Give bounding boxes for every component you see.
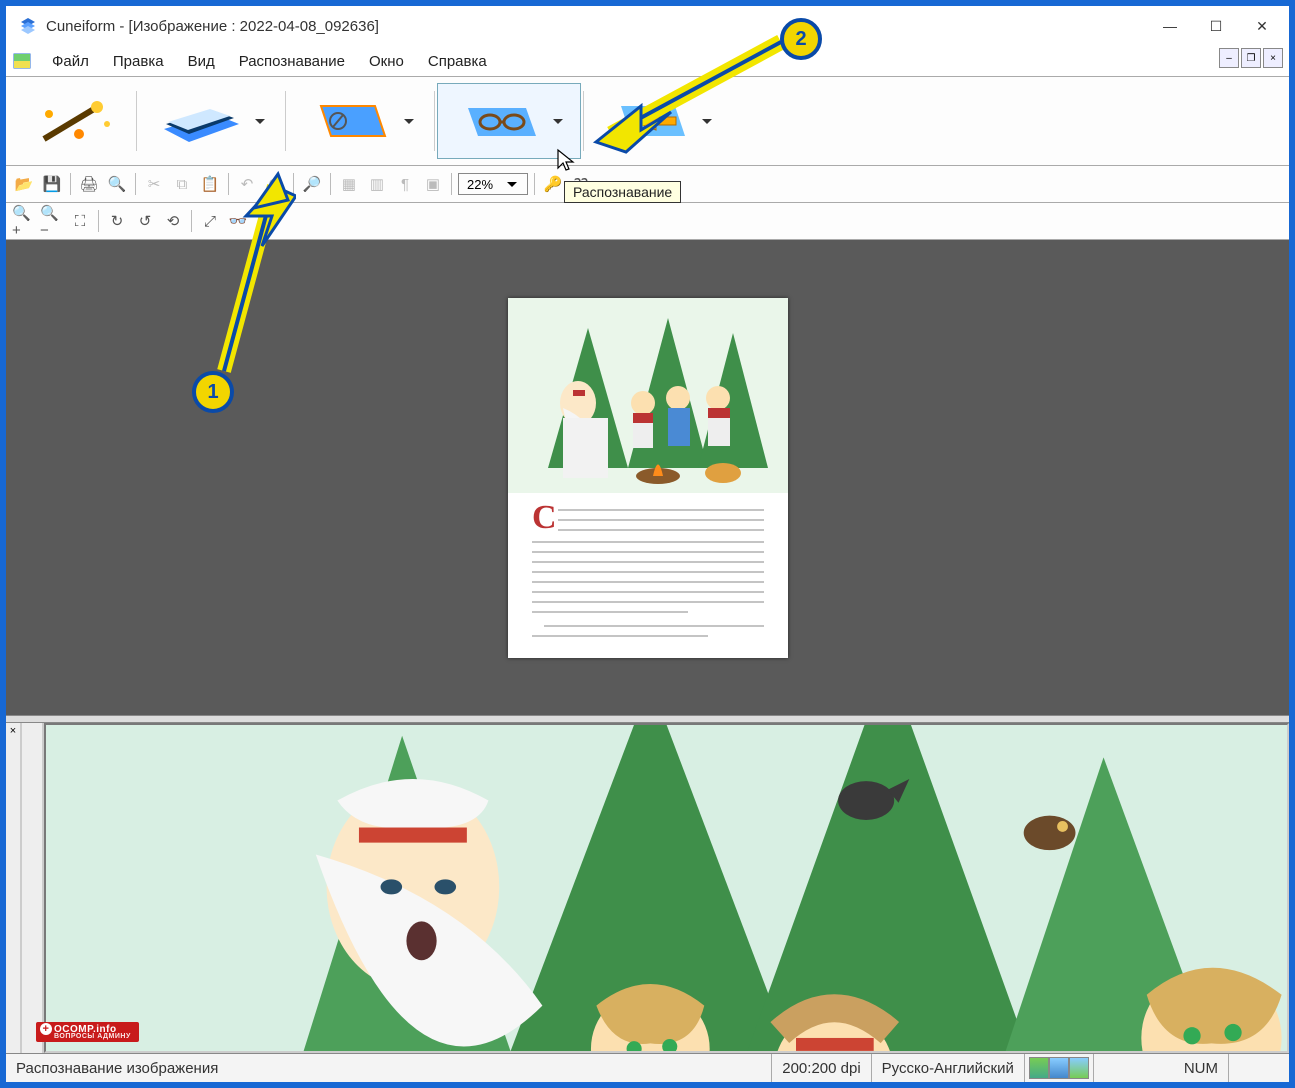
- titlebar: Cuneiform - [Изображение : 2022-04-08_09…: [6, 6, 1289, 46]
- mdi-controls: – ❐ ×: [1219, 48, 1283, 68]
- tooltip-text: Распознавание: [573, 184, 672, 200]
- scanner-icon: [154, 94, 244, 148]
- paste-icon[interactable]: 📋: [198, 172, 222, 196]
- rotate-180-icon[interactable]: ⟲: [161, 209, 185, 233]
- minimize-button[interactable]: —: [1147, 6, 1193, 46]
- statusbar: Распознавание изображения 200:200 dpi Ру…: [6, 1053, 1289, 1082]
- dropdown-icon[interactable]: [499, 177, 525, 191]
- workarea: С ×: [6, 240, 1289, 1053]
- mouse-cursor: [556, 148, 576, 178]
- save-arrow-icon: [601, 94, 691, 148]
- menubar: Файл Правка Вид Распознавание Окно Справ…: [6, 46, 1289, 76]
- document-pane[interactable]: С: [6, 240, 1289, 715]
- mdi-close[interactable]: ×: [1263, 48, 1283, 68]
- paragraph-icon[interactable]: ¶: [393, 172, 417, 196]
- svg-text:С: С: [532, 499, 557, 536]
- status-view-icons: [1025, 1054, 1094, 1082]
- preview-icon[interactable]: 🔍: [105, 172, 129, 196]
- copy-icon[interactable]: ⧉: [170, 172, 194, 196]
- menu-view[interactable]: Вид: [176, 49, 227, 74]
- menu-edit[interactable]: Правка: [101, 49, 176, 74]
- rotate-cw-icon[interactable]: ↻: [105, 209, 129, 233]
- watermark: OCOMP.infoВОПРОСЫ АДМИНУ: [36, 1022, 139, 1042]
- page-thumbnail: С: [508, 298, 788, 658]
- menu-help[interactable]: Справка: [416, 49, 499, 74]
- save-icon[interactable]: 💾: [40, 172, 64, 196]
- view-mode-3-icon[interactable]: [1069, 1057, 1089, 1079]
- app-icon: [18, 16, 38, 36]
- close-button[interactable]: ✕: [1239, 6, 1285, 46]
- zoom-select[interactable]: 22%: [458, 173, 528, 195]
- zoom-in-icon[interactable]: 🔍+: [12, 209, 36, 233]
- app-window: Cuneiform - [Изображение : 2022-04-08_09…: [6, 6, 1289, 1082]
- view-mode-1-icon[interactable]: [1029, 1057, 1049, 1079]
- zoom-out-icon[interactable]: 🔍−: [40, 209, 64, 233]
- save-button[interactable]: [586, 83, 730, 159]
- tooltip: Распознавание: [564, 181, 681, 203]
- maximize-button[interactable]: ☐: [1193, 6, 1239, 46]
- zoom-value: 22%: [461, 177, 499, 192]
- glasses-small-icon[interactable]: 👓: [226, 209, 250, 233]
- menu-recognition[interactable]: Распознавание: [227, 49, 357, 74]
- find-icon[interactable]: 🔎: [300, 172, 324, 196]
- status-dpi: 200:200 dpi: [772, 1054, 871, 1082]
- splitter[interactable]: [6, 715, 1289, 723]
- table-icon[interactable]: ▦: [337, 172, 361, 196]
- document-icon: [12, 51, 32, 71]
- status-language: Русско-Английский: [872, 1054, 1025, 1082]
- menu-file[interactable]: Файл: [40, 49, 101, 74]
- status-num: NUM: [1174, 1054, 1229, 1082]
- magnified-image[interactable]: [44, 723, 1289, 1053]
- dropdown-icon[interactable]: [401, 114, 417, 129]
- window-title: Cuneiform - [Изображение : 2022-04-08_09…: [46, 18, 1147, 35]
- glasses-icon: [452, 94, 542, 148]
- callout-1: 1: [192, 371, 234, 413]
- view-toolbar: 🔍+ 🔍− ⛶ ↻ ↺ ⟲ ⤢ 👓: [6, 203, 1289, 240]
- status-grip: [1229, 1054, 1289, 1082]
- layout-icon: [303, 94, 393, 148]
- rotate-ccw-icon[interactable]: ↺: [133, 209, 157, 233]
- callout-2: 2: [780, 18, 822, 60]
- print-icon[interactable]: 🖨: [77, 172, 101, 196]
- redo-icon[interactable]: ↷: [263, 172, 287, 196]
- pane-close-icon[interactable]: ×: [6, 723, 22, 1053]
- open-icon[interactable]: 📂: [12, 172, 36, 196]
- ruler: [22, 723, 44, 1053]
- dropdown-icon[interactable]: [699, 114, 715, 129]
- cut-icon[interactable]: ✂: [142, 172, 166, 196]
- window-controls: — ☐ ✕: [1147, 6, 1285, 46]
- menu-window[interactable]: Окно: [357, 49, 416, 74]
- status-empty: [1094, 1054, 1174, 1082]
- status-message: Распознавание изображения: [6, 1054, 772, 1082]
- view-mode-2-icon[interactable]: [1049, 1057, 1069, 1079]
- wand-icon: [29, 94, 119, 148]
- magnifier-pane: ×: [6, 723, 1289, 1053]
- undo-icon[interactable]: ↶: [235, 172, 259, 196]
- fit-icon[interactable]: ⛶: [68, 209, 92, 233]
- columns-icon[interactable]: ▥: [365, 172, 389, 196]
- frame-icon[interactable]: ▣: [421, 172, 445, 196]
- mdi-restore[interactable]: ❐: [1241, 48, 1261, 68]
- main-toolbar: [6, 76, 1289, 166]
- wizard-button[interactable]: [14, 83, 134, 159]
- stretch-icon[interactable]: ⤢: [198, 209, 222, 233]
- scan-button[interactable]: [139, 83, 283, 159]
- dropdown-icon[interactable]: [252, 114, 268, 129]
- layout-button[interactable]: [288, 83, 432, 159]
- dropdown-icon[interactable]: [550, 114, 566, 129]
- mdi-minimize[interactable]: –: [1219, 48, 1239, 68]
